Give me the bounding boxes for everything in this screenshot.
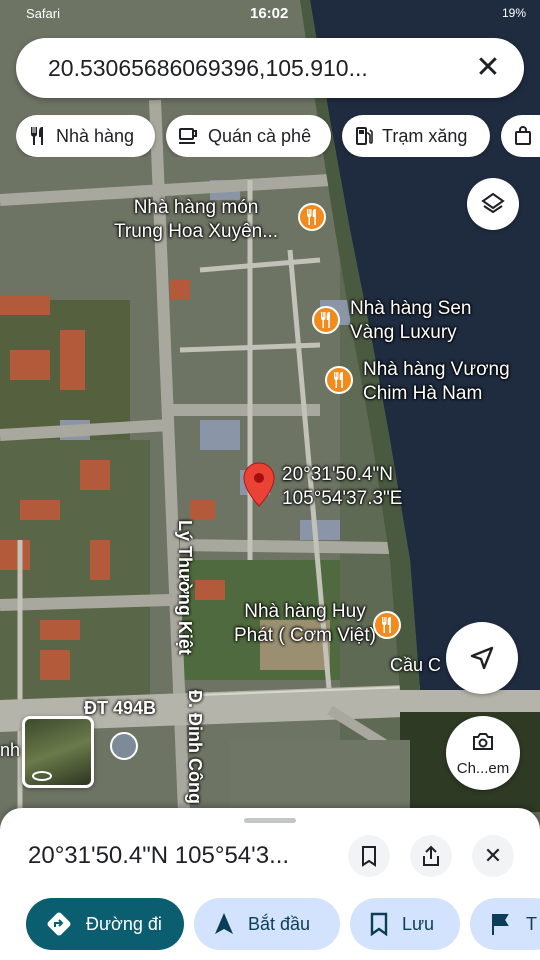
pin-coordinates-label: 20°31'50.4"N 105°54'37.3"E xyxy=(282,463,402,511)
road-label-left: nh xyxy=(0,740,20,761)
chip-label: Trạm xăng xyxy=(382,125,468,146)
my-location-button[interactable] xyxy=(446,622,518,694)
street-view-thumbnail[interactable] xyxy=(22,716,94,788)
chip-cafe[interactable]: Quán cà phê xyxy=(166,115,331,157)
restaurant-icon[interactable] xyxy=(325,366,353,394)
chip-restaurants[interactable]: Nhà hàng xyxy=(16,115,155,157)
restaurant-icon[interactable] xyxy=(298,203,326,231)
road-name: ĐT 494B xyxy=(84,698,157,718)
share-icon xyxy=(423,845,439,866)
poi-label-sen-vang[interactable]: Nhà hàng Sen Vàng Luxury xyxy=(350,297,472,345)
lens-label: Ch...em xyxy=(456,760,510,777)
save-bookmark-button[interactable] xyxy=(348,835,390,877)
close-icon: ✕ xyxy=(483,843,503,868)
road-label-dinh-cong: Đ. Đinh Công xyxy=(184,690,205,804)
navigation-arrow-icon xyxy=(470,646,494,670)
poi-name: Nhà hàng món Trung Hoa Xuyên... xyxy=(114,197,279,242)
road-name: Cầu C xyxy=(390,655,442,675)
restaurant-icon[interactable] xyxy=(312,306,340,334)
action-label: Đường đi xyxy=(86,913,162,934)
poi-name: Nhà hàng Huy Phát ( Cơm Việt) xyxy=(234,601,376,646)
status-bar: Safari 16:02 19% xyxy=(0,4,540,26)
action-label: Lưu xyxy=(402,913,435,934)
action-label: T xyxy=(526,913,537,934)
layers-icon xyxy=(481,192,505,214)
status-battery: 19% xyxy=(501,6,526,20)
pin-coordinates: 20°31'50.4"N 105°54'37.3"E xyxy=(282,464,403,509)
shopping-bag-icon xyxy=(515,126,531,145)
place-bottom-sheet[interactable]: 20°31'50.4"N 105°54'3... ✕ Đường đi Bắt … xyxy=(0,808,540,960)
lens-button[interactable]: Ch...em xyxy=(446,716,520,790)
share-button[interactable] xyxy=(410,835,452,877)
label-button[interactable]: T xyxy=(470,898,540,950)
poi-label-huy-phat[interactable]: Nhà hàng Huy Phát ( Cơm Việt) xyxy=(234,600,376,648)
layers-button[interactable] xyxy=(467,178,519,230)
poi-label-trung-hoa[interactable]: Nhà hàng món Trung Hoa Xuyên... xyxy=(114,196,278,244)
poi-name: Nhà hàng Vương Chim Hà Nam xyxy=(363,359,510,404)
search-bar[interactable]: 20.5306568606939​6,105.910... ✕ xyxy=(16,38,524,98)
road-label-ly-thuong-kiet: Lý Thường Kiệt xyxy=(174,520,195,655)
road-label-cau: Cầu C xyxy=(390,655,441,676)
road-name: nh xyxy=(0,740,21,760)
road-name: Đ. Đinh Công xyxy=(185,690,205,804)
bank-icon[interactable] xyxy=(110,732,138,760)
road-label-dt494b: ĐT 494B xyxy=(84,698,156,719)
chip-shopping[interactable] xyxy=(501,115,540,157)
chip-gas[interactable]: Trạm xăng xyxy=(342,115,490,157)
camera-search-icon xyxy=(473,733,493,750)
status-time: 16:02 xyxy=(250,5,289,22)
rotate-360-icon xyxy=(32,771,52,781)
road-name: Lý Thường Kiệt xyxy=(175,520,195,655)
chip-label: Nhà hàng xyxy=(56,125,135,146)
place-title: 20°31'50.4"N 105°54'3... xyxy=(28,842,290,869)
start-button[interactable]: Bắt đầu xyxy=(194,898,340,950)
gas-pump-icon xyxy=(356,127,373,145)
flag-icon xyxy=(492,914,509,935)
status-carrier: Safari xyxy=(26,6,60,21)
close-icon[interactable]: ✕ xyxy=(470,50,506,86)
poi-name: Nhà hàng Sen Vàng Luxury xyxy=(350,298,472,343)
action-buttons: Đường đi Bắt đầu Lưu T xyxy=(0,898,540,950)
directions-icon xyxy=(47,912,71,936)
coffee-cup-icon xyxy=(179,128,197,144)
action-label: Bắt đầu xyxy=(248,913,311,934)
category-chips: Nhà hàng Quán cà phê Trạm xăng xyxy=(16,115,540,157)
location-pin-icon[interactable] xyxy=(242,462,276,508)
fork-knife-icon xyxy=(31,127,43,145)
close-sheet-button[interactable]: ✕ xyxy=(472,835,514,877)
save-button[interactable]: Lưu xyxy=(350,898,460,950)
search-query[interactable]: 20.5306568606939​6,105.910... xyxy=(48,55,368,82)
bookmark-icon xyxy=(370,912,388,936)
restaurant-icon[interactable] xyxy=(373,611,401,639)
directions-button[interactable]: Đường đi xyxy=(26,898,184,950)
navigation-arrow-icon xyxy=(215,913,233,934)
bookmark-icon xyxy=(362,846,376,867)
drag-handle[interactable] xyxy=(244,818,296,823)
chip-label: Quán cà phê xyxy=(208,125,312,146)
poi-label-vuong-chim[interactable]: Nhà hàng Vương Chim Hà Nam xyxy=(363,358,510,406)
